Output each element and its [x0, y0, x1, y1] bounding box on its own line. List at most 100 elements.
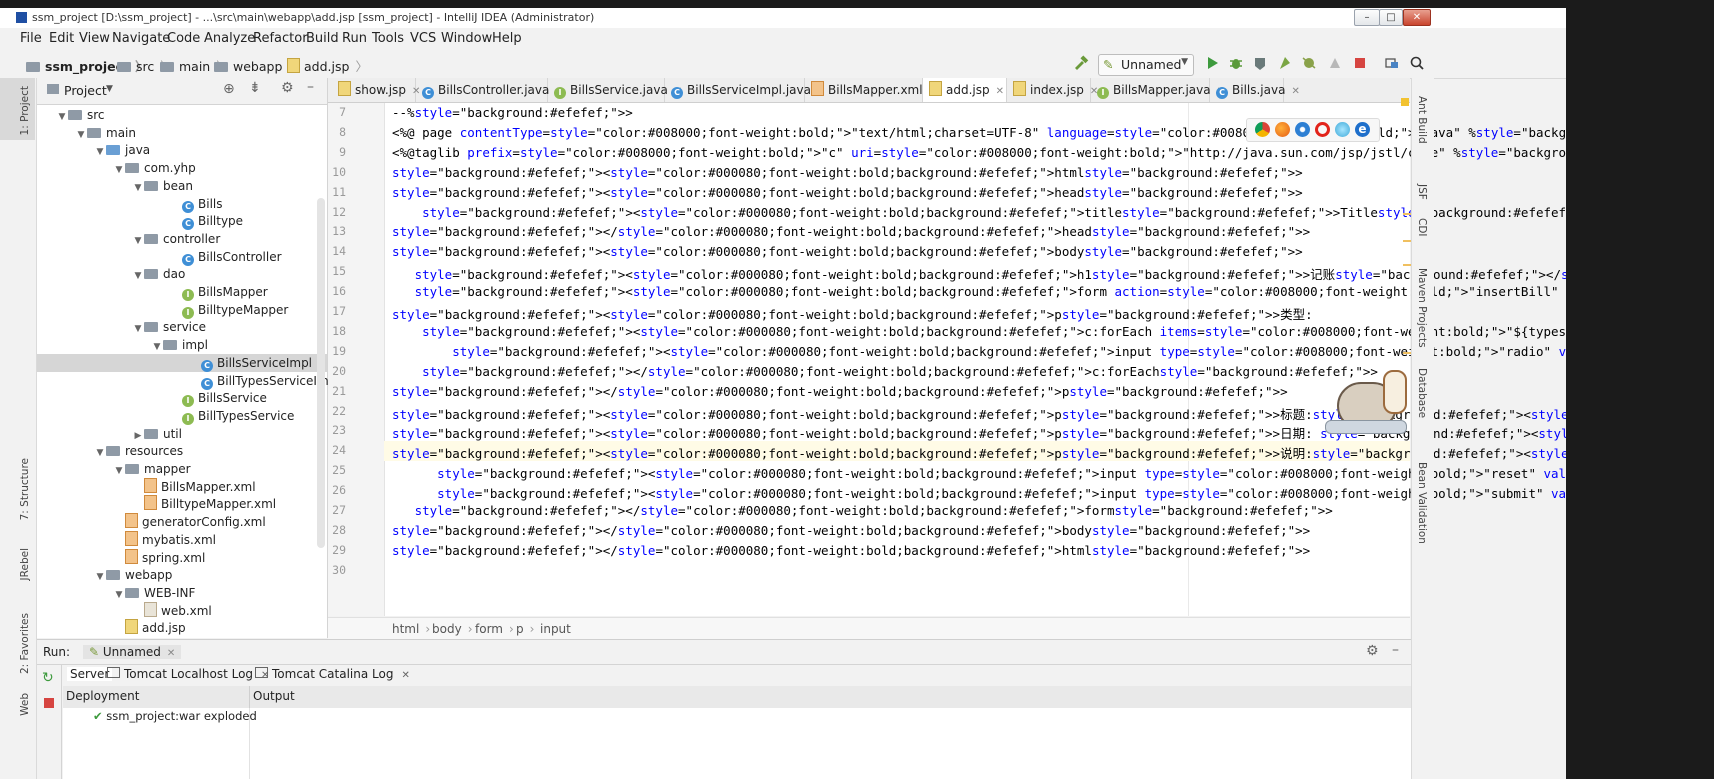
safari-icon[interactable] — [1295, 122, 1310, 137]
code-line[interactable]: <%@taglib prefix=style="color:#008000;fo… — [392, 145, 1566, 160]
project-structure-icon[interactable] — [1383, 54, 1401, 72]
ant-build-tool-tab[interactable]: Ant Build — [1416, 96, 1428, 144]
tab-index-jsp[interactable]: index.jsp ✕ — [1007, 78, 1098, 102]
chevron-down-icon[interactable]: ▼ — [75, 126, 87, 144]
maximize-button[interactable]: □ — [1379, 9, 1403, 26]
database-tool-tab[interactable]: Database — [1416, 368, 1428, 418]
tree-node-billtypesservice[interactable]: I BillTypesService — [170, 407, 294, 425]
firefox-icon[interactable] — [1275, 122, 1290, 137]
search-icon[interactable] — [1408, 54, 1426, 72]
tab-billsmapper-java[interactable]: IBillsMapper.java✕ — [1091, 78, 1225, 102]
edge-icon[interactable]: e — [1355, 122, 1370, 137]
tab-billsserviceimpl-java[interactable]: CBillsServiceImpl.java✕ — [665, 78, 825, 102]
deployment-item[interactable]: ✔ ssm_project:war exploded — [93, 709, 257, 723]
favorites-tool-tab[interactable]: 2: Favorites — [19, 613, 31, 674]
chevron-down-icon[interactable]: ▼ — [132, 232, 144, 250]
hide-panel-icon[interactable]: – — [1392, 642, 1399, 658]
debug-bug-icon[interactable] — [1227, 54, 1245, 72]
run-icon[interactable] — [1203, 54, 1221, 72]
tree-node-main[interactable]: ▼ main — [75, 124, 136, 142]
code-line[interactable]: style="background:#efefef;"><style="colo… — [392, 205, 1566, 220]
jrebel-run-icon[interactable] — [1276, 54, 1294, 72]
chevron-down-icon[interactable]: ▼ — [113, 462, 125, 480]
gear-icon[interactable]: ⚙ — [281, 80, 294, 96]
gear-icon[interactable]: ⚙ — [1366, 643, 1379, 659]
code-line[interactable]: style="background:#efefef;"></style="col… — [392, 384, 1288, 399]
close-icon[interactable]: ✕ — [996, 86, 1004, 97]
catalina-log-tab[interactable]: Tomcat Catalina Log ✕ — [255, 667, 410, 681]
tree-scrollbar[interactable] — [317, 198, 325, 548]
tree-node-bean[interactable]: ▼ bean — [132, 177, 193, 195]
tab-add-jsp[interactable]: add.jsp ✕ — [923, 78, 1007, 102]
code-line[interactable]: style="background:#efefef;"><style="colo… — [392, 304, 1313, 323]
close-icon[interactable]: ✕ — [1291, 86, 1299, 97]
locate-icon[interactable]: ⊕ — [223, 81, 235, 97]
code-line[interactable]: style="background:#efefef;"></style="col… — [392, 224, 1310, 239]
close-window-button[interactable]: ✕ — [1403, 9, 1431, 26]
tree-node-util[interactable]: ▶ util — [132, 425, 182, 443]
code-line[interactable]: style="background:#efefef;"><style="colo… — [392, 264, 1566, 283]
code-line[interactable]: style="background:#efefef;"><style="colo… — [392, 483, 1566, 502]
tree-node-mapper[interactable]: ▼ mapper — [113, 460, 191, 478]
jsf-tool-tab[interactable]: JSF — [1416, 184, 1428, 200]
menu-edit[interactable]: Edit — [49, 31, 74, 46]
build-hammer-icon[interactable] — [1072, 54, 1090, 72]
coverage-icon[interactable] — [1251, 54, 1269, 72]
tree-node-billtypemapper[interactable]: I BilltypeMapper — [170, 301, 288, 319]
menu-refactor[interactable]: Refactor — [253, 31, 308, 46]
maven-tool-tab[interactable]: Maven Projects — [1416, 268, 1428, 348]
chevron-down-icon[interactable]: ▼ — [132, 179, 144, 197]
hide-panel-icon[interactable]: – — [307, 79, 314, 95]
tree-node-impl[interactable]: ▼ impl — [151, 336, 208, 354]
chevron-down-icon[interactable]: ▼ — [132, 267, 144, 285]
tab-billscontroller-java[interactable]: CBillsController.java✕ — [416, 78, 564, 102]
structure-tool-tab[interactable]: 7: Structure — [19, 458, 31, 520]
tree-node-resources[interactable]: ▼ resources — [94, 442, 184, 460]
opera-icon[interactable] — [1315, 122, 1330, 137]
crumb-p[interactable]: p › — [516, 622, 534, 636]
code-editor[interactable]: 7 8 9 10 11 12 13 14 15 16 17 18 19 20 21 22 23 24 25 26 27 2… — [328, 103, 1566, 616]
tree-node-webapp[interactable]: ▼ webapp — [94, 566, 173, 584]
menu-navigate[interactable]: Navigate — [112, 31, 170, 46]
code-line[interactable]: style="background:#efefef;"></style="col… — [392, 364, 1378, 379]
tree-node-billsmapper[interactable]: I BillsMapper — [170, 283, 268, 301]
menu-view[interactable]: View — [79, 31, 110, 46]
code-line[interactable]: style="background:#efefef;"><style="colo… — [392, 443, 1566, 462]
chevron-down-icon[interactable]: ▼ — [132, 320, 144, 338]
tab-bills-java[interactable]: C Bills.java ✕ — [1210, 78, 1300, 102]
tab-show-jsp[interactable]: show.jsp ✕ — [332, 78, 420, 102]
stop-icon[interactable] — [44, 698, 54, 708]
code-line[interactable]: style="background:#efefef;"><style="colo… — [392, 244, 1303, 259]
chevron-down-icon[interactable]: ▼ — [56, 108, 68, 126]
close-icon[interactable]: ✕ — [401, 670, 409, 681]
web-tool-tab[interactable]: Web — [19, 693, 31, 716]
crumb-file[interactable]: add.jsp 〉 — [287, 56, 368, 75]
tree-node-bills[interactable]: C Bills — [170, 195, 223, 213]
tree-node-billsserviceimpl[interactable]: C BillsServiceImpl — [37, 353, 327, 372]
cdi-tool-tab[interactable]: CDI — [1416, 218, 1428, 237]
jrebel-debug-icon[interactable] — [1300, 54, 1318, 72]
menu-window[interactable]: Window — [441, 31, 492, 46]
crumb-body[interactable]: body › — [432, 622, 473, 636]
tree-node-billtypemapper-xml[interactable]: BilltypeMapper.xml — [132, 495, 276, 513]
code-line[interactable]: style="background:#efefef;"></style="col… — [392, 523, 1310, 538]
menu-code[interactable]: Code — [167, 31, 200, 46]
inspection-status-icon[interactable] — [1401, 98, 1409, 106]
menu-run[interactable]: Run — [342, 31, 367, 46]
code-line[interactable]: style="background:#efefef;"><style="colo… — [392, 323, 1566, 339]
stop-icon[interactable] — [1351, 54, 1369, 72]
tree-node-web-inf[interactable]: ▼ WEB-INF — [113, 584, 196, 602]
tree-node-src[interactable]: ▼ src — [56, 106, 105, 124]
menu-file[interactable]: File — [20, 31, 42, 46]
collapse-all-icon[interactable]: ⇟ — [249, 80, 261, 96]
tree-node-spring-xml[interactable]: spring.xml — [113, 548, 205, 567]
code-line[interactable]: style="background:#efefef;"><style="colo… — [392, 185, 1303, 200]
chevron-down-icon[interactable]: ▼ — [106, 84, 113, 94]
bean-validation-tool-tab[interactable]: Bean Validation — [1416, 462, 1428, 544]
tree-node-billsmapper-xml[interactable]: BillsMapper.xml — [132, 477, 256, 496]
close-icon[interactable]: ✕ — [167, 648, 175, 659]
code-line[interactable]: <%@ page contentType=style="color:#00800… — [392, 125, 1566, 140]
tab-billsmapper-xml[interactable]: BillsMapper.xml✕ — [805, 78, 937, 102]
tree-node-mybatis-xml[interactable]: mybatis.xml — [113, 530, 216, 549]
chevron-down-icon[interactable]: ▼ — [94, 143, 106, 161]
